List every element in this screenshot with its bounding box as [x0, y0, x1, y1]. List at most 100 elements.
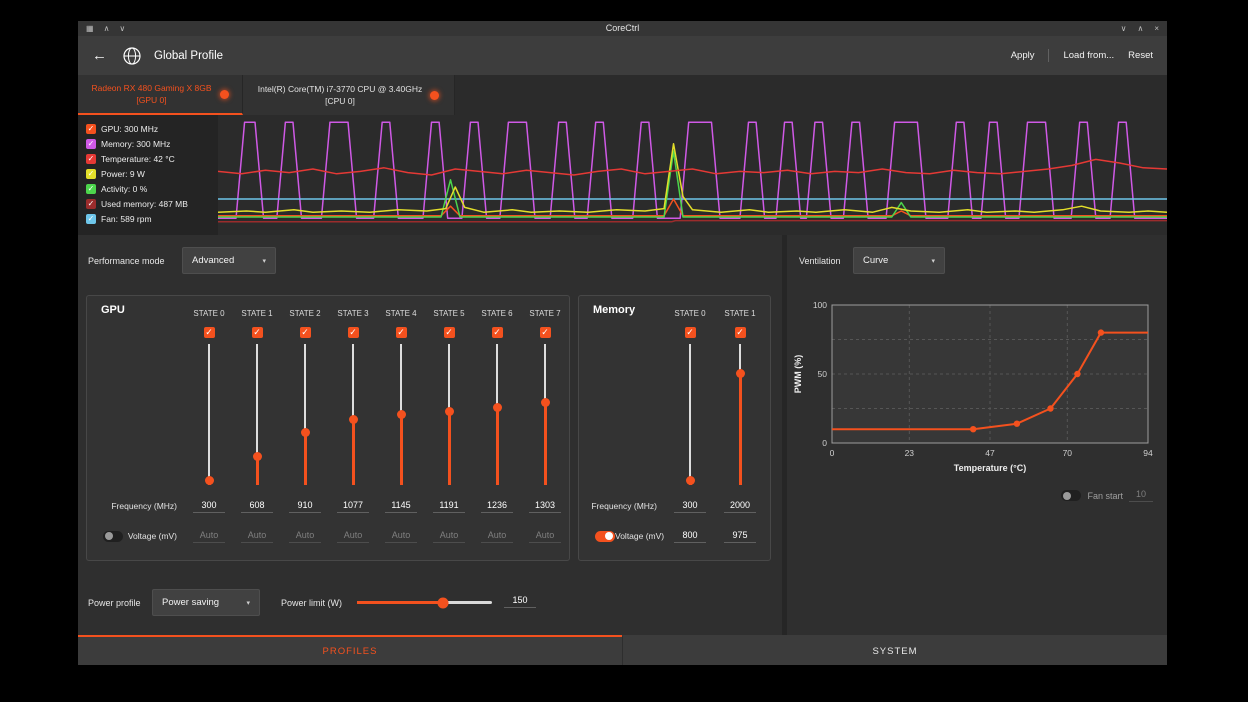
svg-text:23: 23 — [905, 448, 915, 458]
slider-handle[interactable] — [253, 452, 262, 461]
close-button[interactable]: × — [1154, 25, 1159, 33]
voltage-value[interactable]: 800 — [674, 530, 706, 543]
fan-curve-point[interactable] — [1047, 405, 1053, 411]
slider-handle[interactable] — [349, 415, 358, 424]
tab-gpu-device[interactable]: Radeon RX 480 Gaming X 8GB [GPU 0] — [78, 75, 243, 115]
power-limit-value[interactable]: 150 — [504, 595, 536, 608]
state-checkbox[interactable]: ✓ — [492, 327, 503, 338]
fan-curve-point[interactable] — [1014, 420, 1020, 426]
state-checkbox[interactable]: ✓ — [444, 327, 455, 338]
frequency-value[interactable]: 300 — [674, 500, 706, 513]
voltage-value[interactable]: 975 — [724, 530, 756, 543]
legend-checkbox[interactable]: ✓ — [86, 154, 96, 164]
slider-handle[interactable] — [205, 476, 214, 485]
frequency-value[interactable]: 1191 — [433, 500, 465, 513]
frequency-slider[interactable] — [377, 340, 425, 490]
state-checkbox[interactable]: ✓ — [204, 327, 215, 338]
power-limit-slider-handle[interactable] — [438, 597, 449, 608]
state-checkbox[interactable]: ✓ — [396, 327, 407, 338]
voltage-toggle[interactable] — [103, 531, 123, 542]
state-label: STATE 0 — [665, 302, 715, 324]
state-checkbox[interactable]: ✓ — [252, 327, 263, 338]
voltage-label: Voltage (mV) — [615, 531, 664, 541]
load-from-button[interactable]: Load from... — [1063, 50, 1114, 61]
frequency-slider[interactable] — [233, 340, 281, 490]
slider-handle[interactable] — [445, 407, 454, 416]
frequency-value[interactable]: 910 — [289, 500, 321, 513]
voltage-value[interactable]: Auto — [385, 530, 417, 543]
power-limit-label: Power limit (W) — [281, 598, 342, 608]
frequency-value[interactable]: 300 — [193, 500, 225, 513]
titlebar-down-icon[interactable]: ∨ — [119, 25, 125, 33]
slider-handle[interactable] — [686, 476, 695, 485]
maximize-button[interactable]: ∧ — [1137, 25, 1143, 33]
legend-checkbox[interactable]: ✓ — [86, 214, 96, 224]
frequency-value[interactable]: 1077 — [337, 500, 369, 513]
slider-handle[interactable] — [493, 403, 502, 412]
state-checkbox[interactable]: ✓ — [348, 327, 359, 338]
tab-system[interactable]: SYSTEM — [622, 635, 1167, 665]
state-checkbox[interactable]: ✓ — [685, 327, 696, 338]
voltage-value[interactable]: Auto — [481, 530, 513, 543]
frequency-slider[interactable] — [715, 340, 765, 490]
slider-handle[interactable] — [736, 369, 745, 378]
fan-curve-chart[interactable]: 050100023477094PWM (%)Temperature (°C) — [787, 295, 1167, 485]
frequency-value[interactable]: 2000 — [724, 500, 756, 513]
legend-checkbox[interactable]: ✓ — [86, 169, 96, 179]
slider-handle[interactable] — [301, 428, 310, 437]
monitor-series — [218, 221, 1167, 222]
voltage-value[interactable]: Auto — [241, 530, 273, 543]
frequency-slider[interactable] — [185, 340, 233, 490]
page-title: Global Profile — [154, 50, 223, 62]
frequency-slider[interactable] — [473, 340, 521, 490]
slider-handle[interactable] — [397, 410, 406, 419]
fan-curve-point[interactable] — [970, 426, 976, 432]
state-checkbox-cell: ✓ — [425, 324, 473, 340]
voltage-value[interactable]: Auto — [433, 530, 465, 543]
slider-handle[interactable] — [541, 398, 550, 407]
legend-checkbox[interactable]: ✓ — [86, 124, 96, 134]
power-limit-slider[interactable] — [357, 601, 492, 604]
legend-checkbox[interactable]: ✓ — [86, 139, 96, 149]
tab-profiles[interactable]: PROFILES — [78, 635, 622, 665]
voltage-value[interactable]: Auto — [193, 530, 225, 543]
fan-start-toggle[interactable] — [1061, 490, 1081, 501]
legend-item: ✓ Activity: 0 % — [86, 181, 210, 196]
back-button[interactable]: ← — [92, 48, 107, 63]
frequency-slider[interactable] — [521, 340, 569, 490]
spacer — [593, 340, 665, 490]
apply-button[interactable]: Apply — [1011, 50, 1035, 61]
titlebar-up-icon[interactable]: ∧ — [104, 25, 110, 33]
frequency-value[interactable]: 1236 — [481, 500, 513, 513]
frequency-slider[interactable] — [425, 340, 473, 490]
state-checkbox[interactable]: ✓ — [735, 327, 746, 338]
frequency-row-label: Frequency (MHz) — [593, 490, 665, 522]
reset-button[interactable]: Reset — [1128, 50, 1153, 61]
state-checkbox[interactable]: ✓ — [300, 327, 311, 338]
fan-curve-point[interactable] — [1074, 371, 1080, 377]
ventilation-mode-select[interactable]: Curve ▾ — [853, 247, 945, 274]
tab-cpu-device[interactable]: Intel(R) Core(TM) i7-3770 CPU @ 3.40GHz … — [243, 75, 455, 115]
svg-text:47: 47 — [985, 448, 995, 458]
window-controls: ∨ ∧ × — [1121, 21, 1159, 36]
legend-checkbox[interactable]: ✓ — [86, 184, 96, 194]
frequency-slider[interactable] — [281, 340, 329, 490]
app-grid-icon[interactable]: ▦ — [86, 25, 94, 33]
frequency-value[interactable]: 1145 — [385, 500, 417, 513]
fan-start-value[interactable]: 10 — [1129, 489, 1153, 502]
state-checkbox[interactable]: ✓ — [540, 327, 551, 338]
voltage-value[interactable]: Auto — [289, 530, 321, 543]
power-profile-select[interactable]: Power saving ▾ — [152, 589, 260, 616]
voltage-value[interactable]: Auto — [529, 530, 561, 543]
performance-mode-select[interactable]: Advanced ▾ — [182, 247, 276, 274]
fan-curve-point[interactable] — [1098, 329, 1104, 335]
legend-label: Activity: 0 % — [101, 184, 147, 194]
minimize-button[interactable]: ∨ — [1121, 25, 1127, 33]
frequency-slider[interactable] — [329, 340, 377, 490]
frequency-slider[interactable] — [665, 340, 715, 490]
voltage-value[interactable]: Auto — [337, 530, 369, 543]
legend-checkbox[interactable]: ✓ — [86, 199, 96, 209]
frequency-value[interactable]: 608 — [241, 500, 273, 513]
voltage-toggle[interactable] — [595, 531, 615, 542]
frequency-value[interactable]: 1303 — [529, 500, 561, 513]
